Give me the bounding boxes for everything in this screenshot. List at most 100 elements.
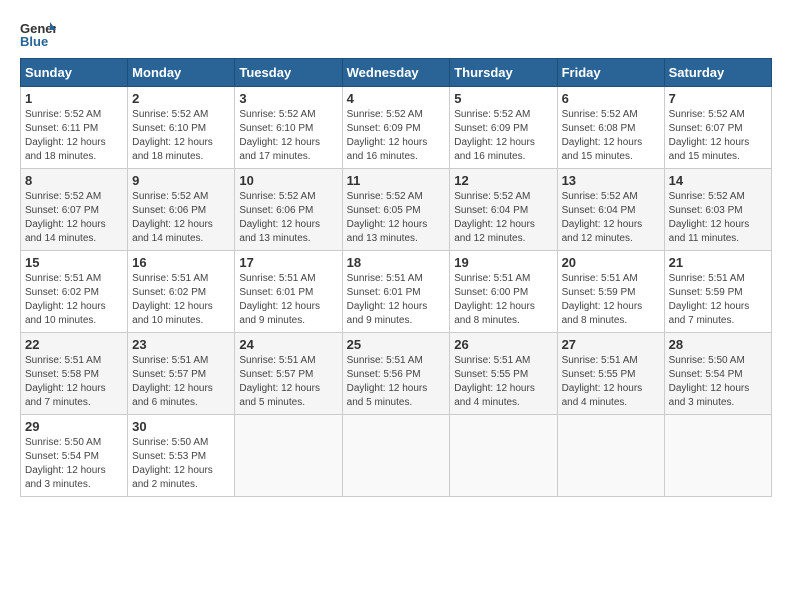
day-number: 14 xyxy=(669,173,767,188)
day-info: Sunrise: 5:52 AM Sunset: 6:10 PM Dayligh… xyxy=(132,108,230,164)
calendar-cell: 6 Sunrise: 5:52 AM Sunset: 6:08 PM Daylig… xyxy=(557,87,664,169)
day-info: Sunrise: 5:52 AM Sunset: 6:11 PM Dayligh… xyxy=(25,108,123,164)
day-number: 21 xyxy=(669,255,767,270)
day-number: 5 xyxy=(454,91,552,106)
day-number: 23 xyxy=(132,337,230,352)
day-info: Sunrise: 5:52 AM Sunset: 6:08 PM Dayligh… xyxy=(562,108,660,164)
calendar-cell: 3Sunrise: 5:52 AM Sunset: 6:10 PM Daylig… xyxy=(235,87,342,169)
calendar-cell: 16 Sunrise: 5:51 AM Sunset: 6:02 PM Dayli… xyxy=(128,251,235,333)
svg-text:Blue: Blue xyxy=(20,34,48,48)
day-number: 29 xyxy=(25,419,123,434)
calendar-cell: 17 Sunrise: 5:51 AM Sunset: 6:01 PM Dayli… xyxy=(235,251,342,333)
day-number: 6 xyxy=(562,91,660,106)
day-header-sunday: Sunday xyxy=(21,59,128,87)
calendar-cell: 30Sunrise: 5:50 AM Sunset: 5:53 PM Dayli… xyxy=(128,415,235,497)
day-number: 24 xyxy=(239,337,337,352)
calendar-cell: 27 Sunrise: 5:51 AM Sunset: 5:55 PM Dayli… xyxy=(557,333,664,415)
calendar-cell: 8 Sunrise: 5:52 AM Sunset: 6:07 PM Daylig… xyxy=(21,169,128,251)
calendar-week-row: 8 Sunrise: 5:52 AM Sunset: 6:07 PM Daylig… xyxy=(21,169,772,251)
calendar-cell: 29 Sunrise: 5:50 AM Sunset: 5:54 PM Dayli… xyxy=(21,415,128,497)
calendar-cell: 28 Sunrise: 5:50 AM Sunset: 5:54 PM Dayli… xyxy=(664,333,771,415)
day-info: Sunrise: 5:51 AM Sunset: 5:55 PM Dayligh… xyxy=(562,354,660,410)
day-header-monday: Monday xyxy=(128,59,235,87)
day-number: 27 xyxy=(562,337,660,352)
day-info: Sunrise: 5:51 AM Sunset: 5:56 PM Dayligh… xyxy=(347,354,446,410)
calendar-cell: 19 Sunrise: 5:51 AM Sunset: 6:00 PM Dayli… xyxy=(450,251,557,333)
calendar-cell: 22 Sunrise: 5:51 AM Sunset: 5:58 PM Dayli… xyxy=(21,333,128,415)
calendar-cell xyxy=(557,415,664,497)
day-number: 17 xyxy=(239,255,337,270)
calendar-table: SundayMondayTuesdayWednesdayThursdayFrid… xyxy=(20,58,772,497)
logo-icon: General Blue xyxy=(20,20,56,48)
day-header-tuesday: Tuesday xyxy=(235,59,342,87)
day-number: 12 xyxy=(454,173,552,188)
calendar-cell: 4 Sunrise: 5:52 AM Sunset: 6:09 PM Daylig… xyxy=(342,87,450,169)
day-info: Sunrise: 5:51 AM Sunset: 6:01 PM Dayligh… xyxy=(239,272,337,328)
calendar-cell: 10Sunrise: 5:52 AM Sunset: 6:06 PM Dayli… xyxy=(235,169,342,251)
day-info: Sunrise: 5:52 AM Sunset: 6:04 PM Dayligh… xyxy=(454,190,552,246)
day-info: Sunrise: 5:50 AM Sunset: 5:54 PM Dayligh… xyxy=(669,354,767,410)
day-number: 9 xyxy=(132,173,230,188)
day-info: Sunrise: 5:51 AM Sunset: 5:58 PM Dayligh… xyxy=(25,354,123,410)
day-number: 8 xyxy=(25,173,123,188)
calendar-cell: 12 Sunrise: 5:52 AM Sunset: 6:04 PM Dayli… xyxy=(450,169,557,251)
calendar-cell xyxy=(664,415,771,497)
calendar-cell: 2Sunrise: 5:52 AM Sunset: 6:10 PM Daylig… xyxy=(128,87,235,169)
day-header-friday: Friday xyxy=(557,59,664,87)
day-number: 13 xyxy=(562,173,660,188)
header: General Blue xyxy=(20,20,772,48)
day-info: Sunrise: 5:51 AM Sunset: 5:57 PM Dayligh… xyxy=(132,354,230,410)
day-header-thursday: Thursday xyxy=(450,59,557,87)
day-number: 1 xyxy=(25,91,123,106)
day-number: 28 xyxy=(669,337,767,352)
calendar-body: 1 Sunrise: 5:52 AM Sunset: 6:11 PM Daylig… xyxy=(21,87,772,497)
logo: General Blue xyxy=(20,20,56,48)
day-number: 4 xyxy=(347,91,446,106)
calendar-cell: 7Sunrise: 5:52 AM Sunset: 6:07 PM Daylig… xyxy=(664,87,771,169)
day-info: Sunrise: 5:51 AM Sunset: 6:00 PM Dayligh… xyxy=(454,272,552,328)
day-info: Sunrise: 5:52 AM Sunset: 6:09 PM Dayligh… xyxy=(347,108,446,164)
calendar-header-row: SundayMondayTuesdayWednesdayThursdayFrid… xyxy=(21,59,772,87)
calendar-cell: 24 Sunrise: 5:51 AM Sunset: 5:57 PM Dayli… xyxy=(235,333,342,415)
day-info: Sunrise: 5:51 AM Sunset: 6:02 PM Dayligh… xyxy=(132,272,230,328)
calendar-week-row: 1 Sunrise: 5:52 AM Sunset: 6:11 PM Daylig… xyxy=(21,87,772,169)
day-info: Sunrise: 5:52 AM Sunset: 6:06 PM Dayligh… xyxy=(132,190,230,246)
day-info: Sunrise: 5:52 AM Sunset: 6:10 PM Dayligh… xyxy=(239,108,337,164)
calendar-cell: 5 Sunrise: 5:52 AM Sunset: 6:09 PM Daylig… xyxy=(450,87,557,169)
day-info: Sunrise: 5:52 AM Sunset: 6:04 PM Dayligh… xyxy=(562,190,660,246)
calendar-cell: 14 Sunrise: 5:52 AM Sunset: 6:03 PM Dayli… xyxy=(664,169,771,251)
calendar-cell xyxy=(450,415,557,497)
day-info: Sunrise: 5:52 AM Sunset: 6:07 PM Dayligh… xyxy=(669,108,767,164)
day-number: 26 xyxy=(454,337,552,352)
day-number: 20 xyxy=(562,255,660,270)
day-info: Sunrise: 5:52 AM Sunset: 6:03 PM Dayligh… xyxy=(669,190,767,246)
day-header-wednesday: Wednesday xyxy=(342,59,450,87)
day-number: 16 xyxy=(132,255,230,270)
day-number: 18 xyxy=(347,255,446,270)
day-header-saturday: Saturday xyxy=(664,59,771,87)
calendar-cell: 1 Sunrise: 5:52 AM Sunset: 6:11 PM Daylig… xyxy=(21,87,128,169)
calendar-week-row: 15 Sunrise: 5:51 AM Sunset: 6:02 PM Dayli… xyxy=(21,251,772,333)
day-number: 22 xyxy=(25,337,123,352)
calendar-cell: 21Sunrise: 5:51 AM Sunset: 5:59 PM Dayli… xyxy=(664,251,771,333)
calendar-cell: 15 Sunrise: 5:51 AM Sunset: 6:02 PM Dayli… xyxy=(21,251,128,333)
day-number: 15 xyxy=(25,255,123,270)
calendar-week-row: 22 Sunrise: 5:51 AM Sunset: 5:58 PM Dayli… xyxy=(21,333,772,415)
day-number: 19 xyxy=(454,255,552,270)
calendar-cell: 20Sunrise: 5:51 AM Sunset: 5:59 PM Dayli… xyxy=(557,251,664,333)
calendar-cell: 11 Sunrise: 5:52 AM Sunset: 6:05 PM Dayli… xyxy=(342,169,450,251)
day-number: 30 xyxy=(132,419,230,434)
calendar-cell: 25Sunrise: 5:51 AM Sunset: 5:56 PM Dayli… xyxy=(342,333,450,415)
day-info: Sunrise: 5:51 AM Sunset: 6:02 PM Dayligh… xyxy=(25,272,123,328)
day-info: Sunrise: 5:52 AM Sunset: 6:09 PM Dayligh… xyxy=(454,108,552,164)
day-info: Sunrise: 5:52 AM Sunset: 6:06 PM Dayligh… xyxy=(239,190,337,246)
calendar-cell: 23 Sunrise: 5:51 AM Sunset: 5:57 PM Dayli… xyxy=(128,333,235,415)
day-info: Sunrise: 5:52 AM Sunset: 6:05 PM Dayligh… xyxy=(347,190,446,246)
calendar-cell xyxy=(342,415,450,497)
day-info: Sunrise: 5:50 AM Sunset: 5:54 PM Dayligh… xyxy=(25,436,123,492)
day-number: 11 xyxy=(347,173,446,188)
day-info: Sunrise: 5:51 AM Sunset: 6:01 PM Dayligh… xyxy=(347,272,446,328)
calendar-cell: 9 Sunrise: 5:52 AM Sunset: 6:06 PM Daylig… xyxy=(128,169,235,251)
day-info: Sunrise: 5:51 AM Sunset: 5:57 PM Dayligh… xyxy=(239,354,337,410)
day-info: Sunrise: 5:52 AM Sunset: 6:07 PM Dayligh… xyxy=(25,190,123,246)
